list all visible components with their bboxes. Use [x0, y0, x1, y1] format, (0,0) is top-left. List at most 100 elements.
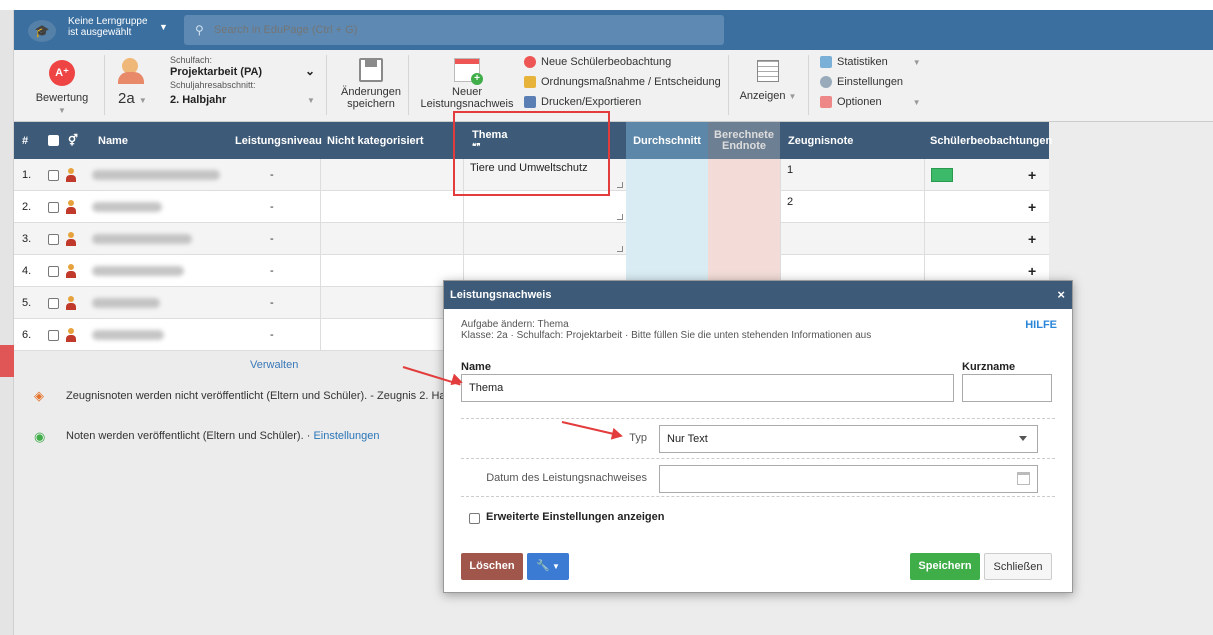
student-icon	[66, 191, 76, 223]
beobachtung-cell[interactable]	[924, 191, 996, 223]
chevron-down-icon[interactable]: ⌄	[305, 64, 315, 78]
row-checkbox[interactable]	[48, 319, 59, 351]
endnote-cell	[708, 191, 780, 223]
divider	[461, 418, 1055, 419]
aenderungen-speichern-button[interactable]: Änderungen speichern	[334, 58, 408, 110]
durchschnitt-cell	[626, 191, 708, 223]
eye-icon: ◉	[34, 429, 46, 444]
row-checkbox[interactable]	[48, 159, 59, 191]
kurzname-input[interactable]	[962, 374, 1052, 402]
group-selector[interactable]: Keine Lerngruppe ist ausgewählt	[68, 16, 148, 38]
anzeigen-button[interactable]: Anzeigen ▼	[736, 60, 800, 103]
calendar-icon[interactable]	[1017, 472, 1030, 485]
niveau-cell[interactable]: -	[270, 319, 274, 351]
nicht-kategorisiert-cell[interactable]	[320, 287, 444, 319]
student-name-blurred[interactable]	[92, 255, 184, 287]
col-durchschnitt[interactable]: Durchschnitt	[626, 122, 708, 159]
schuljahresabschnitt-select[interactable]: 2. Halbjahr	[170, 94, 226, 106]
drucken-exportieren-item[interactable]: Drucken/Exportieren	[524, 96, 641, 108]
delete-button[interactable]: Löschen	[461, 553, 523, 580]
col-leistungsniveau[interactable]: Leistungsniveau	[235, 122, 322, 159]
row-checkbox[interactable]	[48, 287, 59, 319]
caret-down-icon: ▼	[58, 106, 66, 115]
tools-dropdown-button[interactable]: 🔧 ▼	[527, 553, 569, 580]
class-selector[interactable]: 2a ▼	[118, 91, 147, 107]
student-icon	[66, 223, 76, 255]
beobachtung-cell[interactable]	[924, 159, 996, 191]
row-checkbox[interactable]	[48, 223, 59, 255]
teacher-avatar-icon	[116, 56, 148, 88]
thema-cell[interactable]	[464, 223, 626, 255]
optionen-item[interactable]: Optionen ▼	[820, 96, 921, 108]
select-all-checkbox[interactable]	[48, 122, 59, 159]
nicht-kategorisiert-cell[interactable]	[320, 319, 444, 351]
einstellungen-link[interactable]: Einstellungen	[313, 430, 379, 442]
neuer-leistungsnachweis-button[interactable]: + Neuer Leistungsnachweis	[418, 58, 516, 110]
save-button[interactable]: Speichern	[910, 553, 980, 580]
row-checkbox[interactable]	[48, 255, 59, 287]
schulfach-select[interactable]: Projektarbeit (PA)	[170, 66, 262, 78]
neue-schuelerbeobachtung-item[interactable]: Neue Schülerbeobachtung	[524, 56, 671, 68]
statistiken-item[interactable]: Statistiken ▼	[820, 56, 921, 68]
zeugnisnote-cell[interactable]	[780, 223, 924, 255]
col-nicht-kategorisiert[interactable]: Nicht kategorisiert	[327, 122, 424, 159]
search-box[interactable]: ⚲	[184, 15, 724, 45]
student-name-blurred[interactable]	[92, 223, 192, 255]
divider	[808, 55, 809, 115]
ordnungsmassnahme-item[interactable]: Ordnungsmaßnahme / Entscheidung	[524, 76, 721, 88]
search-icon: ⚲	[195, 23, 204, 37]
typ-select[interactable]: Nur Text	[659, 425, 1038, 453]
caret-down-icon[interactable]: ▼	[159, 22, 168, 32]
zeugnisnote-cell[interactable]: 2	[780, 191, 924, 223]
divider	[461, 458, 1055, 459]
student-name-blurred[interactable]	[92, 191, 162, 223]
search-input[interactable]	[214, 23, 714, 37]
niveau-cell[interactable]: -	[270, 255, 274, 287]
niveau-cell[interactable]: -	[270, 287, 274, 319]
caret-down-icon: ▼	[549, 562, 560, 571]
close-button[interactable]: Schließen	[984, 553, 1052, 580]
row-number: 5.	[22, 297, 32, 309]
niveau-cell[interactable]: -	[270, 159, 274, 191]
nicht-kategorisiert-cell[interactable]	[320, 191, 464, 223]
name-input[interactable]: Thema	[461, 374, 954, 402]
erweitert-label[interactable]: Erweiterte Einstellungen anzeigen	[486, 511, 665, 523]
col-schuelerbeobachtungen[interactable]: Schülerbeobachtungen	[930, 122, 1052, 159]
col-name[interactable]: Name	[98, 122, 128, 159]
niveau-cell[interactable]: -	[270, 191, 274, 223]
col-berechnete-endnote[interactable]: Berechnete Endnote	[708, 122, 780, 159]
beobachtung-cell[interactable]	[924, 223, 996, 255]
close-icon[interactable]: ×	[1057, 281, 1065, 309]
student-name-blurred[interactable]	[92, 319, 164, 351]
verwalten-link[interactable]: Verwalten	[250, 359, 298, 371]
niveau-cell[interactable]: -	[270, 223, 274, 255]
calendar-add-icon: +	[454, 58, 483, 85]
col-zeugnisnote[interactable]: Zeugnisnote	[788, 122, 853, 159]
caret-down-icon[interactable]: ▼	[307, 96, 315, 105]
nicht-kategorisiert-cell[interactable]	[320, 223, 464, 255]
student-name-blurred[interactable]	[92, 159, 220, 191]
nicht-kategorisiert-cell[interactable]	[320, 159, 464, 191]
student-name-blurred[interactable]	[92, 287, 160, 319]
divider	[461, 496, 1055, 497]
row-number: 2.	[22, 201, 32, 213]
graduation-cap-icon[interactable]: 🎓	[28, 20, 56, 42]
einstellungen-item[interactable]: Einstellungen	[820, 76, 903, 88]
printer-icon	[524, 96, 536, 108]
zeugnisnote-cell[interactable]: 1	[780, 159, 924, 191]
table-row: 3. - +	[14, 223, 1049, 255]
add-observation-button[interactable]: +	[1028, 191, 1036, 223]
add-observation-button[interactable]: +	[1028, 159, 1036, 191]
durchschnitt-cell	[626, 223, 708, 255]
note-tag-icon[interactable]	[931, 168, 953, 182]
chart-icon	[820, 56, 832, 68]
erweitert-checkbox[interactable]	[469, 513, 480, 524]
gear-icon	[820, 76, 832, 88]
help-link[interactable]: HILFE	[1025, 319, 1057, 331]
bewertung-button[interactable]: A⁺ Bewertung ▼	[32, 60, 92, 117]
wrench-icon: 🔧	[536, 560, 550, 572]
row-checkbox[interactable]	[48, 191, 59, 223]
divider	[728, 55, 729, 115]
add-observation-button[interactable]: +	[1028, 223, 1036, 255]
datum-input[interactable]	[659, 465, 1038, 493]
